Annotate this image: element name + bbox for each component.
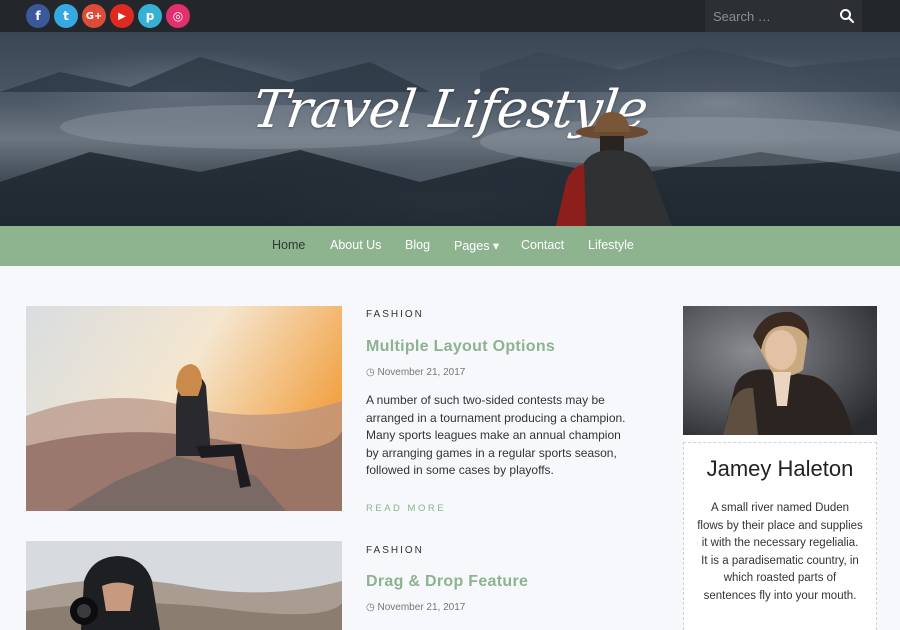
post-image[interactable] <box>26 541 342 630</box>
search-icon[interactable] <box>839 8 855 24</box>
top-bar: f t G+ ▶ p ◎ <box>0 0 900 32</box>
site-title[interactable]: Travel Lifestyle <box>0 80 900 140</box>
nav-item-home[interactable]: Home <box>272 238 305 252</box>
social-links: f t G+ ▶ p ◎ <box>26 4 190 28</box>
author-portrait <box>683 306 877 435</box>
youtube-icon[interactable]: ▶ <box>110 4 134 28</box>
woman-on-cliff-photo <box>26 306 342 511</box>
pinterest-icon[interactable]: p <box>138 4 162 28</box>
post-title[interactable]: Multiple Layout Options <box>366 338 555 356</box>
instagram-icon[interactable]: ◎ <box>166 4 190 28</box>
twitter-icon[interactable]: t <box>54 4 78 28</box>
post-category[interactable]: FASHION <box>366 545 424 556</box>
nav-item-pages[interactable]: Pages ▾ <box>454 238 499 253</box>
post-image[interactable] <box>26 306 342 511</box>
author-photo <box>683 306 877 435</box>
photographer-photo <box>26 541 342 630</box>
post-title[interactable]: Drag & Drop Feature <box>366 573 528 591</box>
hiker-figure <box>556 112 672 226</box>
author-widget: Jamey Haleton A small river named Duden … <box>683 306 877 630</box>
main-nav: Home About Us Blog Pages ▾ Contact Lifes… <box>0 226 900 266</box>
post-date: ◷ November 21, 2017 <box>366 602 466 613</box>
nav-item-lifestyle[interactable]: Lifestyle <box>588 238 634 252</box>
google-plus-icon[interactable]: G+ <box>82 4 106 28</box>
author-bio: A small river named Duden flows by their… <box>697 502 863 602</box>
facebook-icon[interactable]: f <box>26 4 50 28</box>
read-more-link[interactable]: READ MORE <box>366 503 446 514</box>
nav-item-blog[interactable]: Blog <box>405 238 430 252</box>
post-category[interactable]: FASHION <box>366 309 424 320</box>
post-date: ◷ November 21, 2017 <box>366 367 466 378</box>
hero-banner: Travel Lifestyle <box>0 32 900 226</box>
nav-item-about-us[interactable]: About Us <box>330 238 381 252</box>
nav-item-contact[interactable]: Contact <box>521 238 564 252</box>
search-form <box>705 0 862 32</box>
author-name: Jamey Haleton <box>706 456 854 481</box>
search-input[interactable] <box>705 0 835 32</box>
post-excerpt: A number of such two-sided contests may … <box>366 393 626 478</box>
